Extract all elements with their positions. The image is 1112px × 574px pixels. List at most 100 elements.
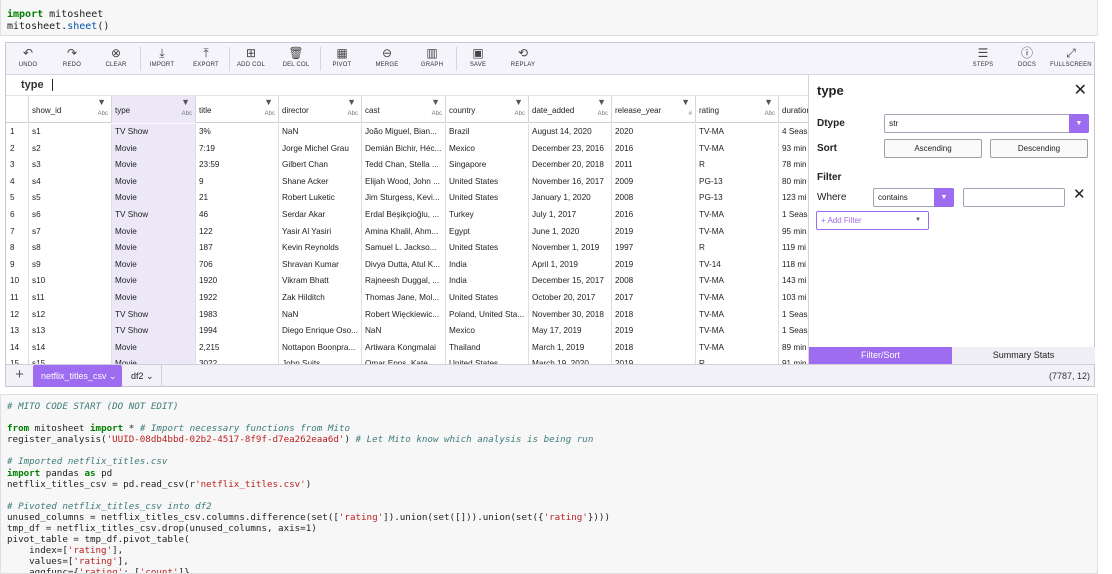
table-cell[interactable]: 103 mi	[779, 290, 808, 307]
graph-button[interactable]: ▥ GRAPH	[410, 46, 454, 73]
table-cell[interactable]: R	[696, 157, 779, 174]
table-cell[interactable]: Mexico	[446, 323, 529, 340]
table-cell[interactable]: Nottapon Boonpra...	[279, 339, 362, 357]
table-cell[interactable]: Movie	[112, 240, 196, 257]
table-cell[interactable]: 122	[196, 223, 279, 241]
table-cell[interactable]: Artiwara Kongmalai	[362, 339, 446, 357]
table-cell[interactable]: s13	[29, 323, 112, 340]
table-cell[interactable]: NaN	[279, 306, 362, 324]
table-cell[interactable]: TV Show	[112, 323, 196, 340]
column-header-director[interactable]: director ▼ Abc	[279, 96, 362, 123]
table-cell[interactable]: November 30, 2018	[529, 306, 612, 324]
table-cell[interactable]: 93 min	[779, 141, 808, 158]
merge-button[interactable]: ⊖ MERGE	[365, 46, 409, 73]
table-cell[interactable]: 2009	[612, 173, 696, 191]
table-cell[interactable]: TV-MA	[696, 306, 779, 324]
table-cell[interactable]: Singapore	[446, 157, 529, 174]
table-cell[interactable]: Movie	[112, 157, 196, 174]
table-cell[interactable]: TV-MA	[696, 273, 779, 290]
table-cell[interactable]: João Miguel, Bian...	[362, 124, 446, 141]
table-cell[interactable]: s15	[29, 356, 112, 364]
table-cell[interactable]: United States	[446, 173, 529, 191]
table-cell[interactable]: 4 Seas	[779, 124, 808, 141]
add-sheet-icon[interactable]: +	[6, 365, 33, 387]
table-cell[interactable]: 2,215	[196, 339, 279, 357]
table-cell[interactable]: Jim Sturgess, Kevi...	[362, 190, 446, 207]
steps-button[interactable]: ☰ STEPS	[961, 46, 1005, 73]
table-cell[interactable]: 2020	[612, 124, 696, 141]
table-cell[interactable]: Zak Hilditch	[279, 290, 362, 307]
export-button[interactable]: ⤒ EXPORT	[184, 46, 228, 73]
add-filter-button[interactable]: + Add Filter ▼	[816, 211, 929, 230]
table-cell[interactable]: s10	[29, 273, 112, 290]
table-cell[interactable]: December 23, 2016	[529, 140, 612, 158]
filter-icon[interactable]: ▼	[264, 97, 273, 107]
table-cell[interactable]: December 15, 2017	[529, 273, 612, 290]
table-cell[interactable]: 2018	[612, 339, 696, 357]
table-cell[interactable]: s2	[29, 140, 112, 158]
top-code-cell[interactable]: import mitosheet mitosheet.sheet()	[0, 0, 1098, 36]
table-cell[interactable]: July 1, 2017	[529, 207, 612, 224]
add-col-button[interactable]: ⊞ ADD COL	[229, 46, 273, 73]
table-cell[interactable]: 46	[196, 207, 279, 224]
table-cell[interactable]: Robert Luketic	[279, 190, 362, 207]
table-cell[interactable]: Kevin Reynolds	[279, 240, 362, 257]
table-cell[interactable]: 706	[196, 256, 279, 274]
sort-descending-button[interactable]: Descending	[990, 139, 1088, 158]
fullscreen-button[interactable]: ⤢ FULLSCREEN	[1049, 46, 1093, 73]
table-cell[interactable]: TV Show	[112, 124, 196, 141]
sheet-tab-df2[interactable]: df2 ⌄	[124, 365, 162, 387]
table-cell[interactable]: 118 mi	[779, 257, 808, 274]
filter-icon[interactable]: ▼	[514, 97, 523, 107]
table-cell[interactable]: 2008	[612, 273, 696, 290]
undo-button[interactable]: ↶ UNDO	[6, 46, 50, 73]
table-cell[interactable]: United States	[446, 356, 529, 364]
close-icon[interactable]: ✕	[1074, 80, 1087, 100]
docs-button[interactable]: ⓘ DOCS	[1005, 46, 1049, 73]
table-cell[interactable]: 78 min	[779, 157, 808, 174]
table-cell[interactable]: United States	[446, 290, 529, 307]
table-cell[interactable]: 2008	[612, 190, 696, 207]
save-button[interactable]: ▣ SAVE	[456, 46, 500, 73]
table-cell[interactable]: Amina Khalil, Ahm...	[362, 223, 446, 241]
table-cell[interactable]: 2016	[612, 140, 696, 158]
table-cell[interactable]: January 1, 2020	[529, 190, 612, 207]
table-cell[interactable]: Brazil	[446, 124, 529, 141]
column-header-show-id[interactable]: show_id ▼ Abc	[29, 96, 112, 123]
table-cell[interactable]: India	[446, 256, 529, 274]
column-header-title[interactable]: title ▼ Abc	[196, 96, 279, 123]
import-button[interactable]: ⤓ IMPORT	[140, 46, 184, 73]
column-header-cast[interactable]: cast ▼ Abc	[362, 96, 446, 123]
table-cell[interactable]: 3022	[196, 356, 279, 364]
table-cell[interactable]: Shane Acker	[279, 173, 362, 191]
table-cell[interactable]: Samuel L. Jackso...	[362, 240, 446, 257]
table-cell[interactable]: s5	[29, 190, 112, 207]
table-cell[interactable]: TV-MA	[696, 124, 779, 141]
table-cell[interactable]: Movie	[112, 223, 196, 241]
table-cell[interactable]: Gilbert Chan	[279, 157, 362, 174]
filter-icon[interactable]: ▼	[764, 97, 773, 107]
table-cell[interactable]: 2019	[612, 356, 696, 364]
table-cell[interactable]: TV-MA	[696, 140, 779, 158]
table-cell[interactable]: November 1, 2019	[529, 240, 612, 257]
table-cell[interactable]: Tedd Chan, Stella ...	[362, 157, 446, 174]
table-cell[interactable]: s7	[29, 223, 112, 241]
table-cell[interactable]: TV Show	[112, 207, 196, 224]
table-cell[interactable]: United States	[446, 190, 529, 207]
table-cell[interactable]: Serdar Akar	[279, 207, 362, 224]
table-cell[interactable]: 2019	[612, 223, 696, 241]
table-cell[interactable]: June 1, 2020	[529, 223, 612, 241]
table-cell[interactable]: March 19, 2020	[529, 356, 612, 364]
del-col-button[interactable]: 🗑 DEL COL	[274, 46, 318, 73]
table-cell[interactable]: Movie	[112, 173, 196, 191]
table-cell[interactable]: TV-MA	[696, 339, 779, 357]
column-header-date-added[interactable]: date_added ▼ Abc	[529, 96, 612, 123]
table-cell[interactable]: 2016	[612, 207, 696, 224]
table-cell[interactable]: 80 min	[779, 174, 808, 191]
table-cell[interactable]: 3%	[196, 124, 279, 141]
table-cell[interactable]: Thomas Jane, Mol...	[362, 290, 446, 307]
table-cell[interactable]: India	[446, 273, 529, 290]
table-cell[interactable]: s11	[29, 290, 112, 307]
filter-value-input[interactable]	[963, 188, 1065, 207]
table-cell[interactable]: 1922	[196, 290, 279, 307]
